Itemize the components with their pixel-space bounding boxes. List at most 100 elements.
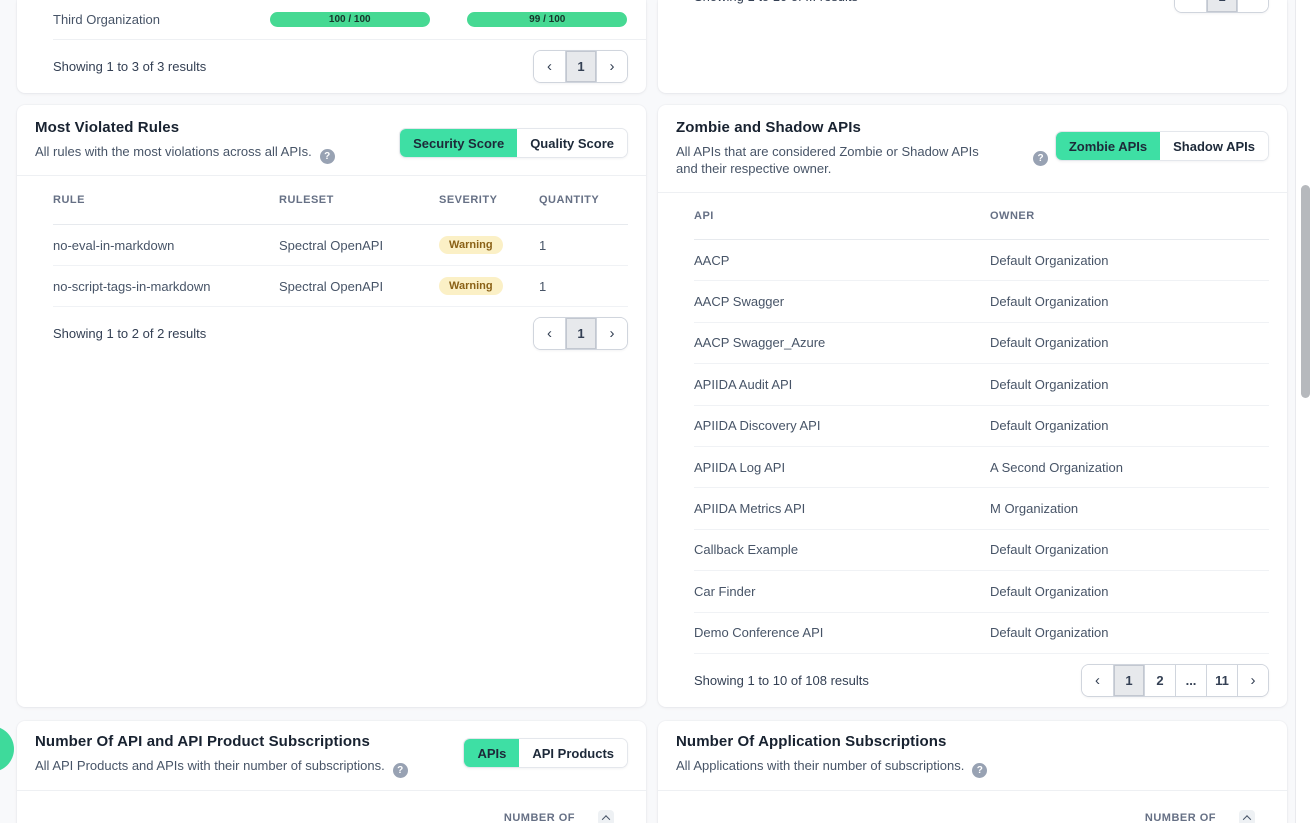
table-header: NUMBER OF [1145,810,1255,823]
security-score-badge: 100 / 100 [270,12,430,27]
api-name: AACP Swagger [694,294,990,309]
table-row: Callback Example Default Organization [694,530,1269,571]
api-owner: A Second Organization [990,460,1269,475]
help-icon[interactable]: ? [320,149,335,164]
api-name: Car Finder [694,584,990,599]
chevron-up-icon [1243,815,1251,823]
sort-button[interactable] [598,810,614,823]
api-owner: Default Organization [990,584,1269,599]
column-header: API [694,210,990,222]
api-owner: Default Organization [990,253,1269,268]
column-header: Owner [990,210,1269,222]
panel-subtitle-text: All rules with the most violations acros… [35,144,312,159]
api-owner: Default Organization [990,294,1269,309]
results-summary: Showing 1 to 10 of ... results [694,0,858,4]
chevron-up-icon [602,815,610,823]
api-owner: Default Organization [990,335,1269,350]
quantity-value: 1 [539,238,628,253]
toggle-option[interactable]: Shadow APIs [1160,132,1268,160]
column-header: Ruleset [279,194,439,206]
severity-cell: Warning [439,236,539,254]
help-icon[interactable]: ? [1033,151,1048,166]
subscription-type-toggle: APIs API Products [463,738,628,768]
toggle-option[interactable]: Quality Score [517,129,627,157]
table-row: no-script-tags-in-markdown Spectral Open… [53,266,628,307]
column-header: Quantity [539,194,628,206]
table-header: Rule Ruleset Severity Quantity [53,176,628,225]
organization-name: Third Organization [53,12,251,27]
panel-subtitle-text: All API Products and APIs with their num… [35,758,385,773]
toggle-option[interactable]: Security Score [400,129,517,157]
api-subscriptions-panel: Number Of API and API Product Subscripti… [17,721,646,823]
toggle-option[interactable]: APIs [464,739,519,767]
api-owner: Default Organization [990,625,1269,640]
pagination-next-button[interactable]: › [596,318,627,349]
pagination-next-button[interactable]: › [596,51,627,82]
toggle-option[interactable]: API Products [519,739,627,767]
scrollbar-track[interactable] [1295,0,1314,823]
pagination-page-button[interactable]: 1 [565,51,596,82]
org-scores-panel: Third Organization 100 / 100 99 / 100 Sh… [17,0,646,93]
table-row: APIIDA Discovery API Default Organizatio… [694,406,1269,447]
api-name: APIIDA Discovery API [694,418,990,433]
ruleset-name: Spectral OpenAPI [279,238,439,253]
api-name: AACP [694,253,990,268]
pagination: ‹ 1 › [533,50,628,83]
pagination: ‹ 1 2 ... 11 › [1081,664,1269,697]
help-icon[interactable]: ? [972,763,987,778]
table-row: APIIDA Metrics API M Organization [694,488,1269,529]
sort-button[interactable] [1239,810,1255,823]
pagination-prev-button[interactable]: ‹ [534,318,565,349]
api-type-toggle: Zombie APIs Shadow APIs [1055,131,1269,161]
api-owner: M Organization [990,501,1269,516]
panel-subtitle: All APIs that are considered Zombie or S… [658,136,1010,177]
pagination-prev-button[interactable]: ‹ [534,51,565,82]
table-row: AACP Swagger Default Organization [694,281,1269,322]
results-summary: Showing 1 to 10 of 108 results [694,673,869,688]
pagination: ‹ 1 › [1174,0,1269,13]
pagination-next-button[interactable]: › [1237,665,1268,696]
api-owner: Default Organization [990,418,1269,433]
panel-title: Number Of Application Subscriptions [658,721,1287,750]
rule-name: no-eval-in-markdown [53,238,279,253]
pagination-next-button[interactable]: › [1237,0,1268,12]
severity-badge: Warning [439,236,503,254]
results-summary: Showing 1 to 3 of 3 results [53,59,206,74]
divider [17,790,646,791]
table-row: Car Finder Default Organization [694,571,1269,612]
results-summary: Showing 1 to 2 of 2 results [53,326,206,341]
pagination-page-button[interactable]: 11 [1206,665,1237,696]
api-name: Demo Conference API [694,625,990,640]
pagination-page-button[interactable]: 2 [1144,665,1175,696]
divider [17,175,646,176]
table-row: no-eval-in-markdown Spectral OpenAPI War… [53,225,628,266]
pagination-page-button[interactable]: 1 [1206,0,1237,12]
divider [658,192,1287,193]
pagination-prev-button[interactable]: ‹ [1082,665,1113,696]
api-name: APIIDA Metrics API [694,501,990,516]
rule-name: no-script-tags-in-markdown [53,279,279,294]
pagination-page-button[interactable]: ... [1175,665,1206,696]
table-row: APIIDA Audit API Default Organization [694,364,1269,405]
quality-score-badge: 99 / 100 [467,12,627,27]
toggle-option[interactable]: Zombie APIs [1056,132,1160,160]
column-header: Rule [53,194,279,206]
panel-subtitle-text: All Applications with their number of su… [676,758,964,773]
divider [658,790,1287,791]
table-header: NUMBER OF [504,810,614,823]
table-row: APIIDA Log API A Second Organization [694,447,1269,488]
pagination-prev-button[interactable]: ‹ [1175,0,1206,12]
pagination: ‹ 1 › [533,317,628,350]
column-header: NUMBER OF [1145,812,1216,823]
table-row: Demo Conference API Default Organization [694,613,1269,654]
score-type-toggle: Security Score Quality Score [399,128,628,158]
api-name: AACP Swagger_Azure [694,335,990,350]
help-icon[interactable]: ? [393,763,408,778]
scrollbar-thumb[interactable] [1301,185,1310,398]
api-name: APIIDA Audit API [694,377,990,392]
api-name: Callback Example [694,542,990,557]
floating-action-button[interactable] [0,726,14,772]
api-name: APIIDA Log API [694,460,990,475]
pagination-page-button[interactable]: 1 [565,318,596,349]
pagination-page-button[interactable]: 1 [1113,665,1144,696]
